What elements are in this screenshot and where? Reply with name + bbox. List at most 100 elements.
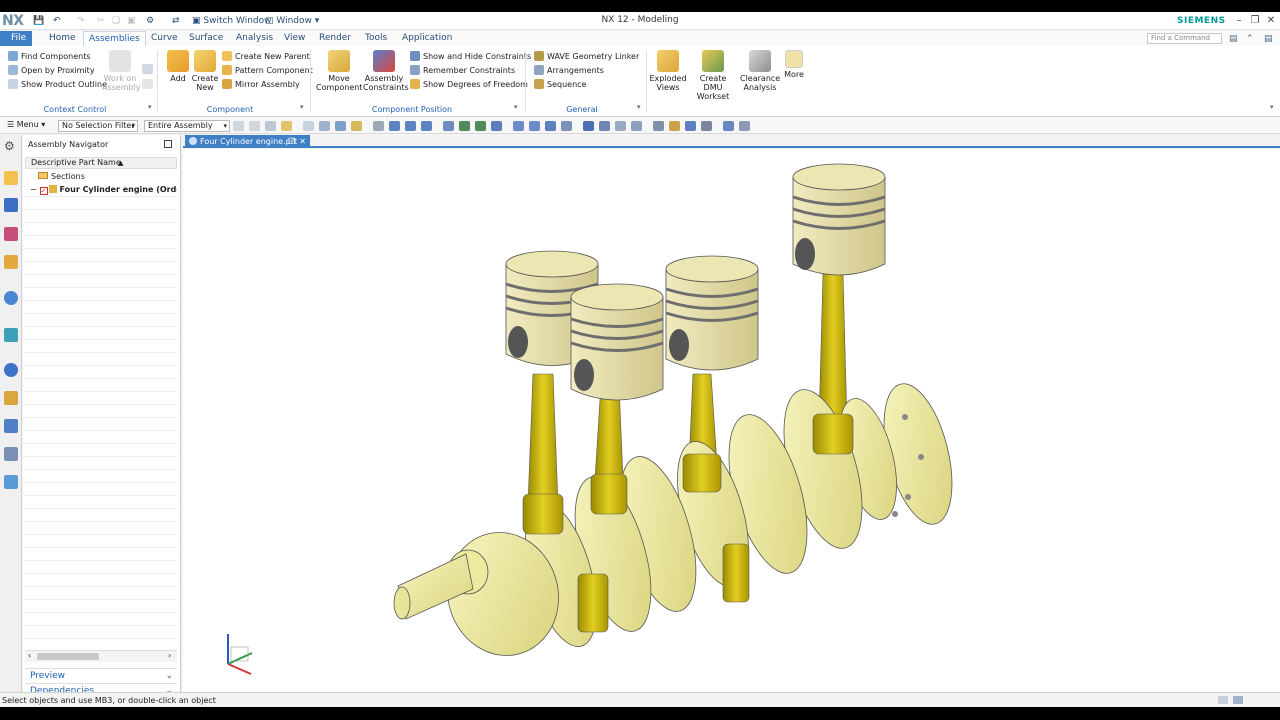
- toolbar-tool-icon[interactable]: [545, 121, 556, 131]
- switch-window-button[interactable]: ▣ Switch Window: [192, 15, 271, 27]
- assembly-navigator-icon[interactable]: [4, 171, 18, 185]
- create-new-parent-button[interactable]: Create New Parent: [222, 50, 310, 63]
- toolbar-tool-icon[interactable]: [389, 121, 400, 131]
- toolbar-tool-icon[interactable]: [319, 121, 330, 131]
- tab-assemblies[interactable]: Assemblies: [83, 31, 146, 46]
- ribbon-options-icon[interactable]: ▤: [1229, 34, 1238, 44]
- toolbar-tool-icon[interactable]: [685, 121, 696, 131]
- system-scenes-icon[interactable]: [4, 475, 18, 489]
- selection-scope-select[interactable]: Entire Assembly ▾: [144, 120, 230, 132]
- ribbon-expand-icon[interactable]: ▾: [1270, 103, 1274, 111]
- add-component-button[interactable]: Add: [165, 50, 191, 83]
- float-tab-icon[interactable]: ❐: [288, 135, 295, 148]
- cut-icon[interactable]: ✂: [97, 15, 105, 27]
- engine-model[interactable]: [183, 149, 1280, 697]
- show-product-outline-button[interactable]: Show Product Outline: [8, 78, 107, 91]
- save-icon[interactable]: 💾: [33, 15, 44, 27]
- touch-mode-icon[interactable]: ⇄: [172, 15, 180, 27]
- status-icon-2[interactable]: [1233, 696, 1243, 704]
- create-new-button[interactable]: Create New: [191, 50, 219, 92]
- part-navigator-icon[interactable]: [4, 227, 18, 241]
- general-dropdown-icon[interactable]: ▾: [637, 103, 641, 111]
- repeat-command-icon[interactable]: ⚙: [146, 15, 154, 27]
- window-menu-button[interactable]: ▢ Window ▾: [265, 15, 319, 27]
- toolbar-tool-icon[interactable]: [701, 121, 712, 131]
- remember-constraints-button[interactable]: Remember Constraints: [410, 64, 515, 77]
- preview-section[interactable]: Preview ⌄: [25, 668, 177, 683]
- clearance-analysis-button[interactable]: Clearance Analysis: [740, 50, 780, 92]
- toolbar-tool-icon[interactable]: [599, 121, 610, 131]
- arrangements-button[interactable]: Arrangements: [534, 64, 604, 77]
- open-by-proximity-button[interactable]: Open by Proximity: [8, 64, 95, 77]
- toolbar-tool-icon[interactable]: [459, 121, 470, 131]
- find-components-button[interactable]: Find Components: [8, 50, 91, 63]
- constraint-navigator-icon[interactable]: [4, 198, 18, 212]
- gallery-icon[interactable]: [142, 64, 153, 74]
- toolbar-tool-icon[interactable]: [265, 121, 276, 131]
- toolbar-tool-icon[interactable]: [233, 121, 244, 131]
- redo-icon[interactable]: ↷: [77, 15, 85, 27]
- scroll-right-icon[interactable]: ›: [168, 651, 171, 660]
- minimize-icon[interactable]: –: [1232, 14, 1246, 28]
- scroll-left-icon[interactable]: ‹: [28, 651, 31, 660]
- restore-icon[interactable]: ❐: [1248, 14, 1262, 28]
- toolbar-tool-icon[interactable]: [739, 121, 750, 131]
- tab-home[interactable]: Home: [44, 31, 81, 46]
- graphics-window[interactable]: [183, 149, 1280, 697]
- tab-surface[interactable]: Surface: [184, 31, 228, 46]
- toolbar-tool-icon[interactable]: [443, 121, 454, 131]
- manufacturing-wizard-icon[interactable]: [4, 419, 18, 433]
- reuse-library-icon[interactable]: [4, 255, 18, 269]
- paste-icon[interactable]: ▣: [127, 15, 136, 27]
- toolbar-tool-icon[interactable]: [405, 121, 416, 131]
- context-control-dropdown-icon[interactable]: ▾: [148, 103, 152, 111]
- gallery-icon-2[interactable]: [142, 79, 153, 89]
- toolbar-tool-icon[interactable]: [653, 121, 664, 131]
- tab-tools[interactable]: Tools: [360, 31, 392, 46]
- tab-curve[interactable]: Curve: [146, 31, 183, 46]
- toolbar-tool-icon[interactable]: [615, 121, 626, 131]
- close-icon[interactable]: ✕: [1264, 14, 1278, 28]
- help-icon[interactable]: ▤: [1264, 34, 1273, 44]
- toolbar-tool-icon[interactable]: [373, 121, 384, 131]
- work-on-assembly-button[interactable]: Work on Assembly: [102, 50, 141, 92]
- selection-filter-select[interactable]: No Selection Filter ▾: [58, 120, 138, 132]
- toolbar-tool-icon[interactable]: [351, 121, 362, 131]
- document-tab[interactable]: Four Cylinder engine.prt ❐ ✕: [185, 135, 310, 148]
- toolbar-tool-icon[interactable]: [513, 121, 524, 131]
- toolbar-tool-icon[interactable]: [561, 121, 572, 131]
- more-button[interactable]: More: [782, 50, 806, 79]
- roles-icon[interactable]: [4, 447, 18, 461]
- web-browser-icon[interactable]: [4, 291, 18, 305]
- assembly-constraints-button[interactable]: Assembly Constraints: [363, 50, 409, 92]
- mirror-assembly-button[interactable]: Mirror Assembly: [222, 78, 300, 91]
- close-tab-icon[interactable]: ✕: [299, 135, 306, 148]
- gear-icon[interactable]: ⚙: [4, 139, 18, 153]
- exploded-views-button[interactable]: Exploded Views: [649, 50, 687, 92]
- tree-row-four-cylinder-engine[interactable]: − ✓Four Cylinder engine (Order: ...: [25, 183, 177, 196]
- tree-row-sections[interactable]: Sections: [25, 170, 177, 183]
- command-finder-input[interactable]: Find a Command: [1147, 33, 1222, 44]
- toolbar-tool-icon[interactable]: [723, 121, 734, 131]
- pattern-component-button[interactable]: Pattern Component: [222, 64, 313, 77]
- tab-file[interactable]: File: [0, 31, 32, 46]
- history-palette-icon[interactable]: [4, 328, 18, 342]
- collapse-icon[interactable]: −: [30, 185, 37, 194]
- toolbar-tool-icon[interactable]: [335, 121, 346, 131]
- horizontal-scrollbar[interactable]: ‹ ›: [25, 650, 177, 662]
- component-position-dropdown-icon[interactable]: ▾: [514, 103, 518, 111]
- wave-geometry-linker-button[interactable]: WAVE Geometry Linker: [534, 50, 639, 63]
- tab-analysis[interactable]: Analysis: [231, 31, 278, 46]
- toolbar-tool-icon[interactable]: [281, 121, 292, 131]
- tab-view[interactable]: View: [279, 31, 310, 46]
- sequence-button[interactable]: Sequence: [534, 78, 586, 91]
- show-degrees-of-freedom-button[interactable]: Show Degrees of Freedom: [410, 78, 528, 91]
- process-studio-icon[interactable]: [4, 391, 18, 405]
- toolbar-tool-icon[interactable]: [303, 121, 314, 131]
- create-dmu-workset-button[interactable]: Create DMU Workset: [690, 50, 736, 101]
- tab-render[interactable]: Render: [314, 31, 356, 46]
- collapse-ribbon-icon[interactable]: ⌃: [1246, 34, 1254, 44]
- toolbar-tool-icon[interactable]: [529, 121, 540, 131]
- status-icon[interactable]: [1218, 696, 1228, 704]
- undo-icon[interactable]: ↶: [53, 15, 61, 27]
